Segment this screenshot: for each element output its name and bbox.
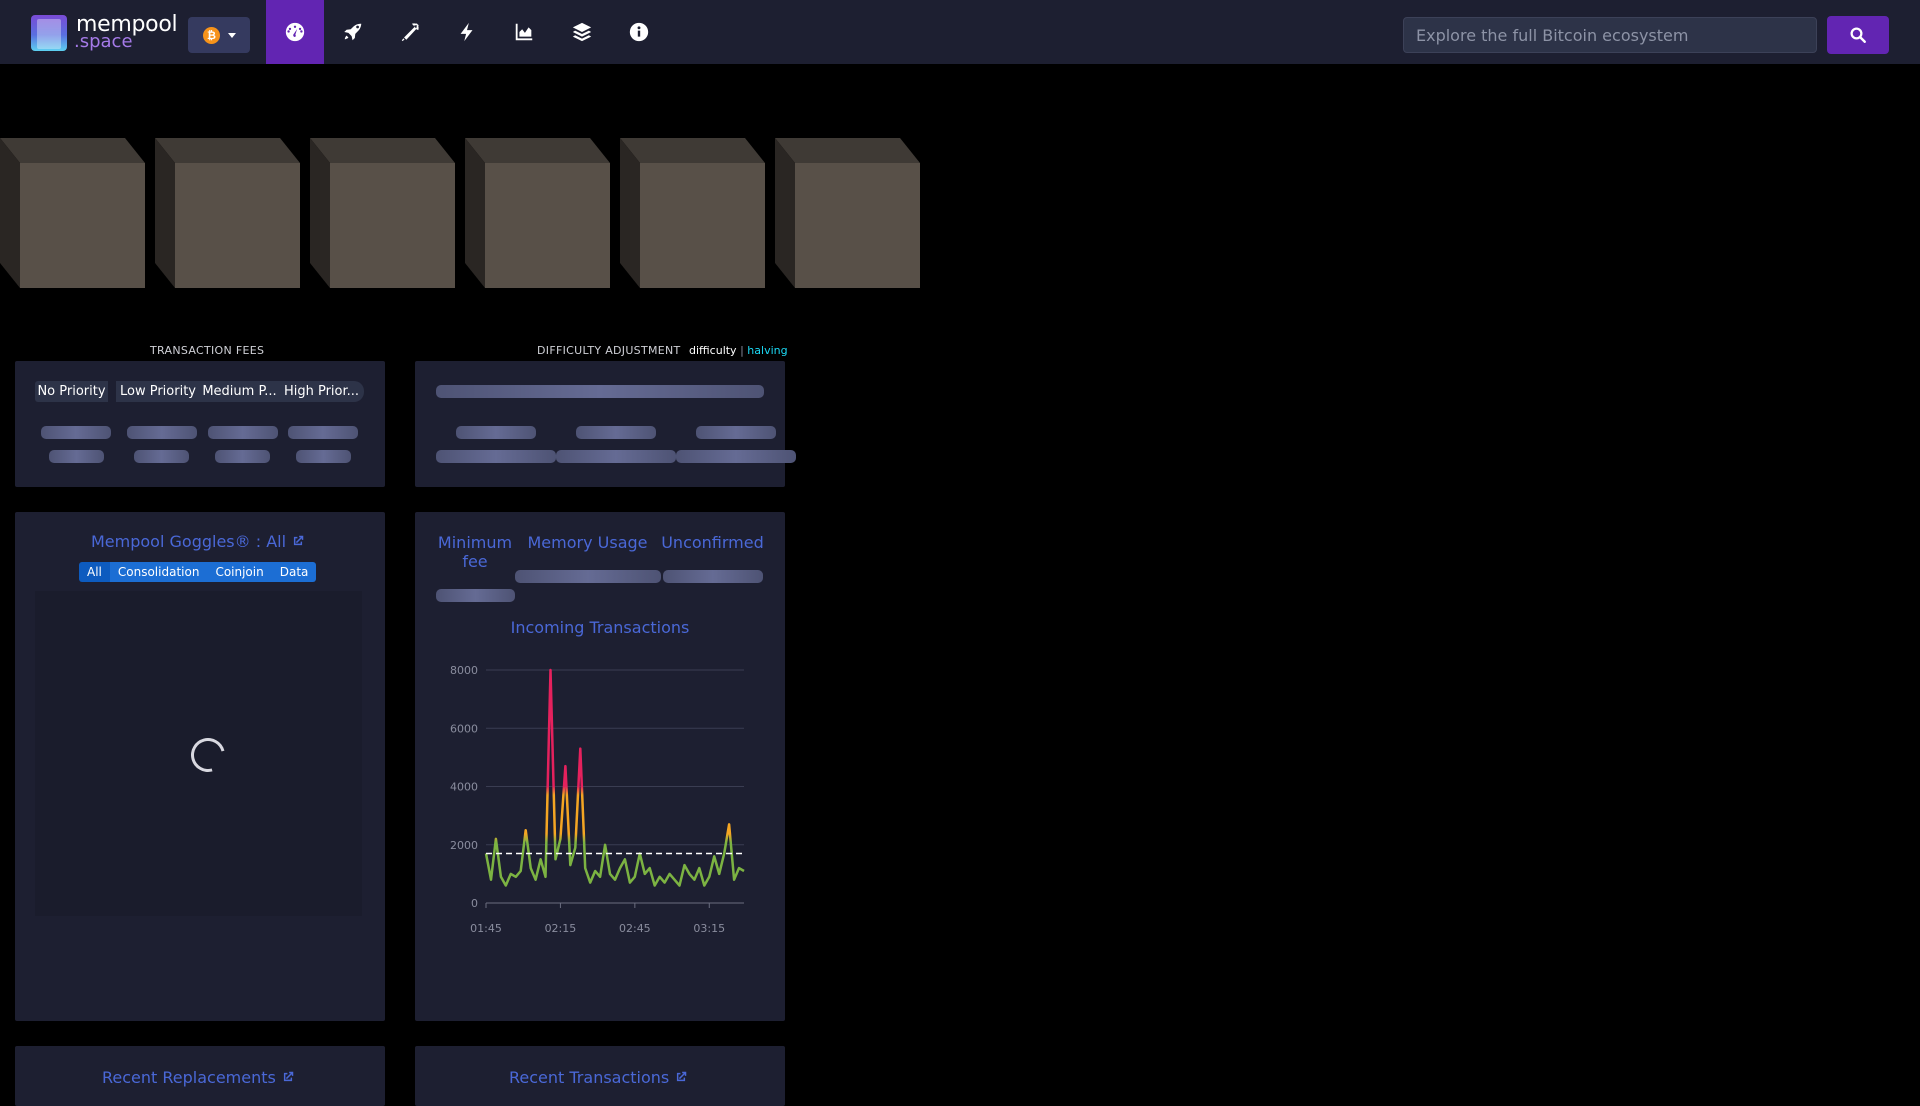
caret-down-icon: [228, 33, 236, 38]
y-tick-label: 6000: [450, 722, 478, 735]
recent-replacements-title[interactable]: Recent Replacements: [102, 1068, 276, 1087]
loading-skeleton: [41, 426, 111, 439]
y-tick-label: 2000: [450, 839, 478, 852]
memory-usage-label: Memory Usage: [527, 533, 648, 552]
loading-skeleton: [49, 450, 104, 463]
mempool-block[interactable]: [465, 138, 610, 288]
loading-skeleton: [663, 570, 763, 583]
toggle-difficulty[interactable]: difficulty: [689, 344, 737, 357]
goggles-title-link[interactable]: Mempool Goggles® : All: [91, 532, 305, 551]
loading-skeleton: [576, 426, 656, 439]
loading-skeleton: [556, 450, 676, 463]
mempool-block[interactable]: [775, 138, 920, 288]
loading-skeleton: [296, 450, 351, 463]
mempool-block[interactable]: [155, 138, 300, 288]
y-tick-label: 0: [471, 897, 478, 910]
external-link-icon: [283, 1071, 294, 1082]
x-tick-label: 02:45: [619, 922, 651, 935]
info-icon: [629, 22, 649, 42]
fee-tab-no-priority[interactable]: No Priority: [35, 381, 108, 402]
minimum-fee-label: Minimum fee: [437, 533, 513, 571]
difficulty-adjustment-title: DIFFICULTY ADJUSTMENT: [537, 344, 681, 357]
difficulty-halving-toggle[interactable]: difficulty | halving: [689, 344, 788, 357]
pickaxe-icon: [401, 22, 420, 42]
loading-skeleton: [127, 426, 197, 439]
loading-skeleton: [436, 589, 515, 602]
logo-subtext[interactable]: .space: [74, 31, 133, 52]
bitcoin-icon: ₿: [203, 27, 220, 44]
chart-icon: [515, 23, 533, 41]
fee-tab-high-priority[interactable]: High Prior...: [279, 381, 364, 402]
nav-mining[interactable]: [381, 0, 439, 64]
recent-transactions-link[interactable]: Recent Transactions: [509, 1068, 688, 1087]
toggle-halving[interactable]: halving: [747, 344, 787, 357]
goggles-title[interactable]: Mempool Goggles® : All: [91, 532, 286, 551]
external-link-icon: [677, 1071, 687, 1082]
x-tick-label: 01:45: [470, 922, 502, 935]
filter-consolidation[interactable]: Consolidation: [109, 562, 208, 582]
external-link-icon: [294, 535, 304, 546]
loading-skeleton: [515, 570, 661, 583]
fee-tab-medium-priority[interactable]: Medium P...: [200, 381, 279, 402]
search-button[interactable]: [1827, 16, 1889, 54]
transaction-fees-title: TRANSACTION FEES: [150, 344, 265, 357]
incoming-transactions-title[interactable]: Incoming Transactions: [415, 618, 785, 637]
mempool-block[interactable]: [0, 138, 145, 288]
recent-transactions-title[interactable]: Recent Transactions: [509, 1068, 669, 1087]
nav-blocks[interactable]: [553, 0, 611, 64]
recent-replacements-link[interactable]: Recent Replacements: [102, 1068, 295, 1087]
loading-skeleton: [456, 426, 536, 439]
loading-skeleton: [134, 450, 189, 463]
mempool-logo-icon[interactable]: [31, 15, 67, 51]
x-tick-label: 02:15: [545, 922, 577, 935]
top-navbar: mempool .space ₿: [0, 0, 1920, 64]
mempool-block[interactable]: [310, 138, 455, 288]
nav-graphs[interactable]: [495, 0, 553, 64]
goggles-filter-group: All Consolidation Coinjoin Data: [79, 562, 317, 582]
network-selector-button[interactable]: ₿: [188, 17, 250, 53]
unconfirmed-label: Unconfirmed: [661, 533, 764, 552]
filter-all[interactable]: All: [79, 562, 110, 582]
filter-coinjoin[interactable]: Coinjoin: [207, 562, 272, 582]
mempool-block[interactable]: [620, 138, 765, 288]
loading-skeleton: [436, 450, 556, 463]
nav-dashboard[interactable]: [266, 0, 324, 64]
y-tick-label: 4000: [450, 781, 478, 794]
rocket-icon: [344, 23, 362, 41]
loading-skeleton: [676, 450, 796, 463]
x-tick-label: 03:15: [693, 922, 725, 935]
difficulty-card: [415, 361, 785, 487]
nav-accelerator[interactable]: [324, 0, 382, 64]
loading-skeleton: [208, 426, 278, 439]
dashboard-icon: [285, 22, 305, 42]
filter-data[interactable]: Data: [271, 562, 317, 582]
loading-skeleton: [215, 450, 270, 463]
nav-lightning[interactable]: [438, 0, 496, 64]
search-icon: [1850, 27, 1866, 43]
lightning-icon: [460, 22, 473, 42]
y-tick-label: 8000: [450, 664, 478, 677]
toggle-separator: |: [740, 344, 744, 357]
incoming-tx-series-line: [484, 668, 745, 887]
loading-skeleton: [288, 426, 358, 439]
loading-skeleton: [436, 385, 764, 398]
fee-tab-low-priority[interactable]: Low Priority: [116, 381, 200, 402]
nav-about[interactable]: [610, 0, 668, 64]
loading-skeleton: [696, 426, 776, 439]
fees-card: [15, 361, 385, 487]
search-input[interactable]: [1403, 17, 1817, 53]
incoming-transactions-chart[interactable]: 0 2000 4000 6000 8000 01:45 02:15 02:45 03:15: [440, 655, 760, 945]
layers-icon: [572, 22, 592, 42]
